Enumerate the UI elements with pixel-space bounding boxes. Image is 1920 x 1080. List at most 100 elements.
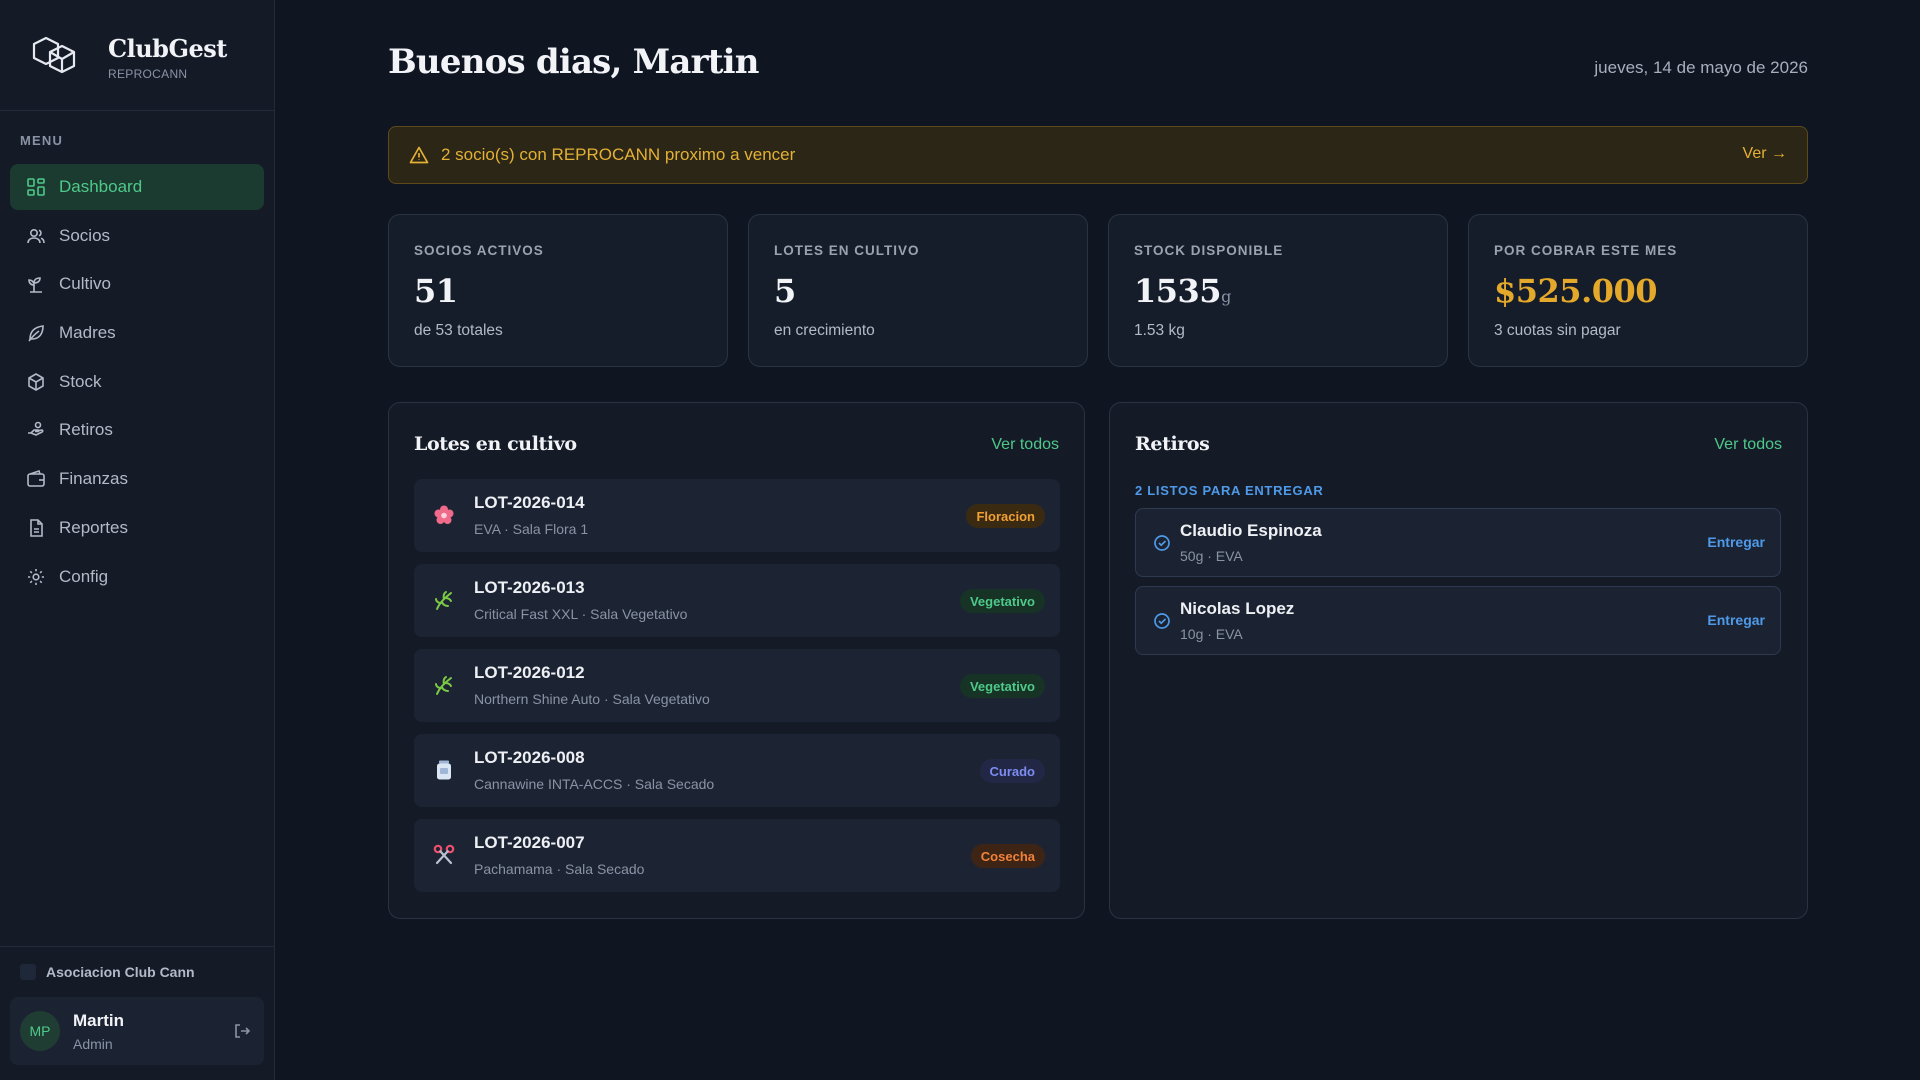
sidebar-item-label: Reportes [59, 517, 128, 537]
logout-icon[interactable] [232, 1021, 252, 1041]
leaf-icon [28, 325, 44, 342]
lot-row[interactable]: LOT-2026-014 EVA · Sala Flora 1 Floracio… [414, 479, 1060, 552]
org-selector[interactable]: Asociacion Club Cann [20, 964, 195, 980]
entregar-button[interactable]: Entregar [1707, 612, 1765, 628]
status-badge: Floracion [966, 504, 1045, 528]
herb-icon [435, 676, 452, 695]
sidebar-item-madres[interactable]: Madres [10, 310, 264, 356]
ready-label: 2 LISTOS PARA ENTREGAR [1135, 483, 1324, 498]
lot-desc: Pachamama · Sala Secado [474, 861, 645, 877]
lot-desc: Northern Shine Auto · Sala Vegetativo [474, 691, 710, 707]
lot-desc: Cannawine INTA-ACCS · Sala Secado [474, 776, 715, 792]
stat-label: LOTES EN CULTIVO [774, 243, 920, 258]
brand[interactable]: ClubGest REPROCANN [30, 32, 227, 82]
hand-icon [28, 422, 44, 437]
sidebar-item-cultivo[interactable]: Cultivo [10, 261, 264, 307]
hexagon-logo-icon [32, 36, 76, 74]
retiro-name: Nicolas Lopez [1180, 599, 1295, 618]
panel-title: Retiros [1135, 433, 1210, 455]
org-name: Asociacion Club Cann [46, 964, 195, 980]
sidebar-item-label: Madres [59, 323, 116, 343]
alert-text: 2 socio(s) con REPROCANN proximo a vence… [441, 145, 796, 164]
sidebar-item-label: Stock [59, 371, 102, 391]
stat-label: SOCIOS ACTIVOS [414, 243, 544, 258]
lot-desc: Critical Fast XXL · Sala Vegetativo [474, 606, 688, 622]
retiro-desc: 50g · EVA [1180, 548, 1243, 564]
stat-card-stock: STOCK DISPONIBLE 1535g 1.53 kg [1108, 214, 1448, 367]
sprout-icon [28, 277, 42, 294]
stat-label: POR COBRAR ESTE MES [1494, 243, 1678, 258]
stat-sub: de 53 totales [414, 322, 503, 339]
sidebar-item-stock[interactable]: Stock [10, 359, 264, 405]
alert-view-link[interactable]: Ver → [1743, 145, 1787, 163]
sidebar-item-socios[interactable]: Socios [10, 213, 264, 259]
user-name: Martin [73, 1010, 124, 1030]
stat-card-por-cobrar: POR COBRAR ESTE MES $525.000 3 cuotas si… [1468, 214, 1808, 367]
alert-banner: 2 socio(s) con REPROCANN proximo a vence… [388, 126, 1808, 184]
lot-row[interactable]: LOT-2026-008 Cannawine INTA-ACCS · Sala … [414, 734, 1060, 807]
stat-value: $525.000 [1494, 272, 1658, 310]
box-icon [28, 372, 44, 391]
status-badge: Curado [979, 759, 1045, 783]
lotes-panel: Lotes en cultivo Ver todos LOT-2026-014 … [388, 402, 1085, 919]
retiro-row[interactable]: Claudio Espinoza 50g · EVA Entregar [1135, 508, 1781, 577]
retiro-desc: 10g · EVA [1180, 626, 1243, 642]
file-icon [30, 519, 43, 537]
grid-icon [27, 178, 45, 196]
sidebar-nav: Dashboard Socios Cultivo Madres Stock Re… [10, 164, 264, 602]
status-badge: Vegetativo [959, 589, 1045, 613]
sidebar-item-finanzas[interactable]: Finanzas [10, 456, 264, 502]
check-circle-icon [1154, 613, 1170, 629]
sidebar-item-label: Finanzas [59, 469, 128, 489]
entregar-button[interactable]: Entregar [1707, 534, 1765, 550]
sidebar: ClubGest REPROCANN MENU Dashboard Socios… [0, 0, 275, 1080]
flower-icon [434, 505, 454, 524]
lot-row[interactable]: LOT-2026-007 Pachamama · Sala Secado Cos… [414, 819, 1060, 892]
stat-value: 1535 [1134, 272, 1222, 310]
stat-sub: 1.53 kg [1134, 322, 1185, 339]
stat-card-socios: SOCIOS ACTIVOS 51 de 53 totales [388, 214, 728, 367]
lot-id: LOT-2026-014 [474, 493, 585, 512]
user-card[interactable]: MP Martin Admin [10, 997, 264, 1065]
divider [0, 110, 275, 111]
stat-unit: g [1221, 287, 1231, 306]
sidebar-item-label: Config [59, 566, 109, 586]
stat-value: 51 [414, 272, 458, 310]
brand-subtitle: REPROCANN [108, 66, 188, 81]
lot-row[interactable]: LOT-2026-013 Critical Fast XXL · Sala Ve… [414, 564, 1060, 637]
scissors-icon [433, 844, 455, 865]
sidebar-item-label: Retiros [59, 420, 113, 440]
retiro-name: Claudio Espinoza [1180, 521, 1322, 540]
lot-row[interactable]: LOT-2026-012 Northern Shine Auto · Sala … [414, 649, 1060, 722]
gear-icon [28, 568, 44, 585]
jar-icon [437, 760, 451, 780]
org-logo-icon [20, 964, 36, 980]
lot-id: LOT-2026-008 [474, 748, 585, 767]
stat-value: 5 [774, 272, 796, 310]
wallet-icon [27, 470, 45, 487]
page-title: Buenos dias, Martin [388, 42, 760, 82]
retiro-row[interactable]: Nicolas Lopez 10g · EVA Entregar [1135, 586, 1781, 655]
retiros-panel: Retiros Ver todos 2 LISTOS PARA ENTREGAR… [1109, 402, 1808, 919]
sidebar-item-reportes[interactable]: Reportes [10, 505, 264, 551]
status-badge: Vegetativo [959, 674, 1045, 698]
lotes-view-all-link[interactable]: Ver todos [991, 436, 1059, 454]
sidebar-item-dashboard[interactable]: Dashboard [10, 164, 264, 210]
sidebar-item-config[interactable]: Config [10, 554, 264, 600]
stat-card-lotes: LOTES EN CULTIVO 5 en crecimiento [748, 214, 1088, 367]
sidebar-item-label: Cultivo [59, 274, 111, 294]
sidebar-item-retiros[interactable]: Retiros [10, 407, 264, 453]
sidebar-item-label: Socios [59, 225, 111, 245]
status-badge: Cosecha [970, 844, 1045, 868]
lot-id: LOT-2026-007 [474, 833, 585, 852]
divider [0, 946, 275, 947]
lot-desc: EVA · Sala Flora 1 [474, 521, 589, 537]
panel-title: Lotes en cultivo [414, 433, 577, 455]
lot-id: LOT-2026-013 [474, 578, 585, 597]
users-icon [27, 228, 45, 243]
current-date: jueves, 14 de mayo de 2026 [1594, 58, 1808, 77]
avatar: MP [20, 1011, 60, 1051]
stat-sub: 3 cuotas sin pagar [1494, 322, 1621, 339]
retiros-view-all-link[interactable]: Ver todos [1714, 436, 1782, 454]
herb-icon [435, 591, 452, 610]
